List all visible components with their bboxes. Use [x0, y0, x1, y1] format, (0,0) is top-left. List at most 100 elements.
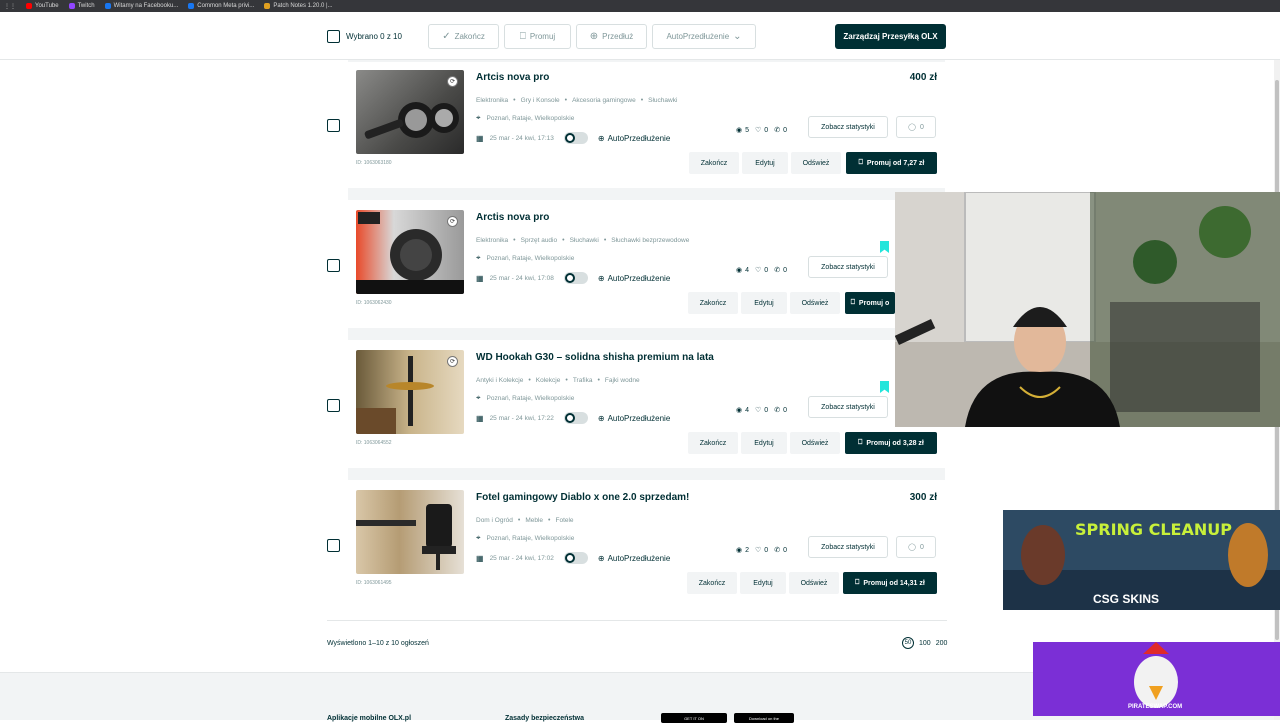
- see-stats-button[interactable]: Zobacz statystyki: [808, 116, 888, 138]
- sponsor-banner-csgoskins[interactable]: SPRING CLEANUP CSG SKINS: [1003, 510, 1280, 610]
- calls-count: 0: [783, 126, 787, 134]
- likes-count: 0: [764, 266, 769, 274]
- likes-stat: ♡ 0: [755, 266, 769, 275]
- calls-stat: ✆ 0: [774, 126, 787, 135]
- ad-id: ID: 1063063180: [356, 160, 392, 166]
- mobile-apps-heading[interactable]: Aplikacje mobilne OLX.pl: [327, 715, 411, 722]
- page-size-option-active[interactable]: 50: [902, 637, 914, 649]
- bulk-promote-button[interactable]: ⎕ Promuj: [504, 24, 571, 49]
- end-button[interactable]: Zakończ: [688, 292, 738, 314]
- calendar-icon: ▦: [476, 413, 484, 423]
- bookmark-twitch[interactable]: Twitch: [68, 3, 95, 9]
- auto-extend-toggle[interactable]: [563, 272, 588, 284]
- messages-count: 0: [919, 543, 924, 551]
- plus-circle-icon: ⊕: [589, 31, 599, 42]
- apps-icon[interactable]: ⋮⋮: [4, 3, 16, 10]
- refresh-button[interactable]: Odśwież: [791, 152, 841, 174]
- phone-icon: ✆: [774, 547, 781, 554]
- google-play-badge[interactable]: GET IT ON: [661, 713, 727, 723]
- listing-title[interactable]: Fotel gamingowy Diablo x one 2.0 sprzeda…: [476, 492, 689, 503]
- promote-button[interactable]: ⎕ Promuj od 7,27 zł: [846, 152, 937, 174]
- end-button[interactable]: Zakończ: [689, 152, 739, 174]
- promote-button[interactable]: ⎕ Promuj o: [845, 292, 895, 314]
- listing-checkbox[interactable]: [327, 539, 340, 552]
- see-stats-button[interactable]: Zobacz statystyki: [808, 536, 888, 558]
- location: ⌖ Poznań, Rataje, Wielkopolskie: [476, 533, 574, 543]
- messages-button[interactable]: ◯ 0: [896, 536, 936, 558]
- category: Akcesoria gamingowe: [572, 97, 636, 104]
- messages-button[interactable]: ◯ 0: [896, 116, 936, 138]
- category-breadcrumb: Elektronika • Sprzęt audio • Słuchawki • Sł…: [476, 237, 689, 244]
- app-store-badge[interactable]: Download on the: [734, 713, 794, 723]
- card-separator: [348, 188, 945, 200]
- listing-card: ⟳ ID: 1063064552 WD Hookah G30 – solidna…: [348, 342, 945, 462]
- streamer-webcam-image: [895, 192, 1280, 427]
- sponsor-banner-pirateswap[interactable]: PIRATESWAP.COM: [1033, 642, 1280, 716]
- listing-title[interactable]: Artcis nova pro: [476, 72, 549, 83]
- auto-extend-toggle[interactable]: [563, 412, 588, 424]
- bulk-end-button[interactable]: ✓ Zakończ: [428, 24, 499, 49]
- select-all-checkbox[interactable]: [327, 30, 340, 43]
- listing-photo[interactable]: [356, 490, 464, 574]
- plus-circle-icon: ⊕: [597, 413, 605, 423]
- chair-photo: [356, 504, 456, 570]
- category: Fajki wodne: [604, 377, 640, 384]
- calls-count: 0: [783, 406, 787, 414]
- bookmark-patch-notes[interactable]: Patch Notes 1.20.0 |...: [264, 3, 333, 9]
- listing-photo[interactable]: ⟳: [356, 70, 464, 154]
- listing-stats: ◉ 4 ♡ 0 ✆ 0: [736, 406, 787, 415]
- edit-button[interactable]: Edytuj: [740, 572, 786, 594]
- page-size-option[interactable]: 200: [936, 640, 948, 647]
- phone-icon: ✆: [774, 127, 781, 134]
- listing-checkbox[interactable]: [327, 119, 340, 132]
- chat-icon: ◯: [908, 124, 916, 131]
- page-size-option[interactable]: 100: [919, 640, 931, 647]
- category-breadcrumb: Elektronika • Gry i Konsole • Akcesoria ga…: [476, 97, 677, 104]
- refresh-button[interactable]: Odśwież: [790, 432, 840, 454]
- listing-stats: ◉ 4 ♡ 0 ✆ 0: [736, 266, 787, 275]
- listing-photo[interactable]: ⟳: [356, 350, 464, 434]
- end-button[interactable]: Zakończ: [688, 432, 738, 454]
- calls-stat: ✆ 0: [774, 546, 787, 555]
- auto-extend-toggle[interactable]: [563, 552, 588, 564]
- edit-button[interactable]: Edytuj: [742, 152, 788, 174]
- safety-rules-link[interactable]: Zasady bezpieczeństwa: [505, 715, 584, 722]
- category: Fotele: [555, 517, 574, 524]
- listing-price: 300 zł: [909, 492, 937, 503]
- bulk-extend-button[interactable]: ⊕ Przedłuż: [576, 24, 647, 49]
- likes-count: 0: [764, 546, 769, 554]
- heart-icon: ♡: [755, 407, 762, 414]
- date-range: 25 mar - 24 kwi, 17:02: [489, 554, 554, 562]
- see-stats-button[interactable]: Zobacz statystyki: [808, 256, 888, 278]
- see-stats-button[interactable]: Zobacz statystyki: [808, 396, 888, 418]
- bookmark-facebook[interactable]: Witamy na Facebooku...: [104, 3, 178, 9]
- refresh-button[interactable]: Odśwież: [790, 292, 840, 314]
- bookmark-youtube[interactable]: YouTube: [26, 3, 59, 9]
- manage-olx-shipping-button[interactable]: Zarządzaj Przesyłką OLX: [835, 24, 946, 49]
- listing-checkbox[interactable]: [327, 399, 340, 412]
- edit-button[interactable]: Edytuj: [741, 432, 787, 454]
- plus-circle-icon: ⊕: [597, 553, 605, 563]
- listing-price: 400 zł: [909, 72, 937, 83]
- bulk-auto-extend-dropdown[interactable]: AutoPrzedłużenie ⌄: [652, 24, 756, 49]
- bookmark-meta[interactable]: Common Meta privi...: [188, 3, 254, 9]
- listing-title[interactable]: Arctis nova pro: [476, 212, 549, 223]
- promote-button[interactable]: ⎕ Promuj od 14,31 zł: [843, 572, 937, 594]
- views-stat: ◉ 5: [736, 126, 749, 135]
- edit-button[interactable]: Edytuj: [741, 292, 787, 314]
- auto-extend-toggle[interactable]: [563, 132, 588, 144]
- calendar-icon: ▦: [476, 553, 484, 563]
- likes-stat: ♡ 0: [755, 126, 768, 135]
- refresh-badge-icon: ⟳: [447, 356, 458, 367]
- listing-photo[interactable]: ⟳: [356, 210, 464, 294]
- bullet: •: [597, 377, 600, 384]
- likes-stat: ♡ 0: [755, 406, 768, 415]
- category-breadcrumb: Dom i Ogród • Meble • Fotele: [476, 517, 574, 524]
- listing-title[interactable]: WD Hookah G30 – solidna shisha premium n…: [476, 352, 714, 363]
- promote-button[interactable]: ⎕ Promuj od 3,28 zł: [845, 432, 937, 454]
- listing-checkbox[interactable]: [327, 259, 340, 272]
- plus-circle-icon: ⊕: [597, 273, 605, 283]
- end-button[interactable]: Zakończ: [687, 572, 737, 594]
- date-range: 25 mar - 24 kwi, 17:22: [489, 414, 554, 422]
- refresh-button[interactable]: Odśwież: [789, 572, 839, 594]
